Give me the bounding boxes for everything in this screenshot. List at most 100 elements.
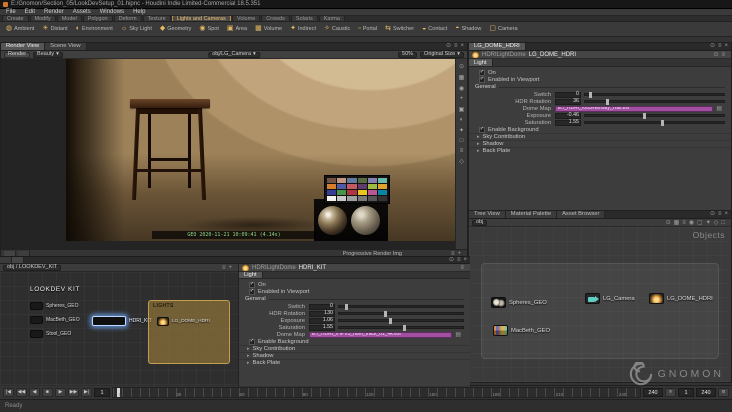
shelf-tab-polygon[interactable]: Polygon bbox=[82, 16, 113, 21]
viewport-tool-icon[interactable]: ◇ bbox=[459, 158, 464, 165]
shelf-tool-camera[interactable]: ▢ Camera bbox=[489, 25, 517, 33]
overlay-network-path[interactable]: obj / LOOKDEV_KIT bbox=[3, 264, 62, 271]
viewport-tool-icon[interactable]: ⊙ bbox=[459, 63, 464, 70]
end-frame-field[interactable]: 240 bbox=[643, 388, 663, 397]
folder-shadow[interactable]: ▸ Shadow bbox=[239, 352, 470, 359]
timeline-ruler[interactable]: 1 30 60 90 120 150 180 210 240 bbox=[112, 387, 641, 398]
close-icon[interactable]: × bbox=[724, 43, 728, 50]
close-icon[interactable]: × bbox=[463, 257, 467, 264]
play-button[interactable]: ▶▶ bbox=[68, 388, 79, 397]
play-backward-button[interactable]: ◀◀ bbox=[16, 388, 27, 397]
network-canvas[interactable]: Objects Spheres_GEO LG_Camera LG_DOME_HD… bbox=[469, 227, 731, 382]
shelf-tool-environment[interactable]: ◐ Environment bbox=[76, 25, 113, 33]
node-lg-dome-hdri[interactable]: LG_DOME_HDRI bbox=[649, 293, 713, 304]
saturation-slider[interactable] bbox=[338, 325, 464, 331]
network-toolbar-icon[interactable]: ◉ bbox=[689, 219, 694, 226]
node-macbeth-geo[interactable]: MacBeth_GEO bbox=[30, 316, 80, 324]
node-hdri-kit-selected[interactable]: HDRI_KIT bbox=[92, 316, 152, 326]
hdr-rotation-value-field[interactable]: 36 bbox=[555, 98, 581, 105]
viewport-tool-icon[interactable]: ◐ bbox=[460, 117, 464, 123]
pane-tab[interactable] bbox=[0, 257, 12, 263]
shelf-tool-switcher[interactable]: ⇆ Switcher bbox=[385, 25, 414, 33]
pin-icon[interactable]: ⊙ bbox=[446, 43, 451, 50]
shelf-tool-geometry[interactable]: ◆ Geometry bbox=[160, 25, 192, 33]
folder-shadow[interactable]: ▸ Shadow bbox=[469, 140, 731, 147]
stop-button[interactable]: ■ bbox=[42, 388, 53, 397]
folder-back-plate[interactable]: ▸ Back Plate bbox=[239, 359, 470, 366]
hdr-rotation-slider[interactable] bbox=[338, 311, 464, 317]
render-button[interactable]: Render bbox=[4, 51, 31, 58]
pane-menu-icon[interactable]: ≡ bbox=[460, 265, 464, 271]
step-back-button[interactable]: ◀ bbox=[29, 388, 40, 397]
shelf-tool-volume[interactable]: ▦ Volume bbox=[255, 25, 282, 33]
rendered-image[interactable]: GEO 2020-11-21 10:09:41 (4.14s) bbox=[66, 59, 456, 241]
viewport-tool-icon[interactable]: ▦ bbox=[459, 74, 465, 81]
exposure-value-field[interactable]: -0.46 bbox=[555, 112, 581, 119]
jump-end-button[interactable]: ▶| bbox=[81, 388, 92, 397]
on-checkbox[interactable]: ✓ bbox=[479, 69, 485, 76]
enable-background-checkbox[interactable]: ✓ bbox=[479, 126, 485, 133]
pane-tab[interactable] bbox=[12, 257, 24, 263]
shelf-tool-caustic[interactable]: ✧ Caustic bbox=[324, 25, 350, 33]
shelf-tab-model[interactable]: Model bbox=[56, 16, 82, 21]
node-spheres-geo[interactable]: Spheres_GEO bbox=[491, 297, 547, 308]
pane-menu-icon[interactable]: ≡ bbox=[222, 265, 226, 271]
hdr-rotation-slider[interactable] bbox=[584, 99, 725, 105]
saturation-value-field[interactable]: 1.55 bbox=[555, 119, 581, 126]
pane-tab-asset-browser[interactable]: Asset Browser bbox=[557, 211, 606, 218]
shelf-tool-spot[interactable]: ◉ Spot bbox=[199, 25, 218, 33]
viewport-tool-icon[interactable]: ◉ bbox=[459, 85, 464, 92]
menu-windows[interactable]: Windows bbox=[100, 9, 124, 16]
network-toolbar-icon[interactable]: ▢ bbox=[697, 219, 703, 226]
node-stool-geo[interactable]: Stool_GEO bbox=[30, 330, 71, 338]
pane-menu-icon[interactable]: ≡ bbox=[718, 43, 722, 50]
saturation-slider[interactable] bbox=[584, 120, 725, 126]
pane-menu-icon[interactable]: ≡ bbox=[457, 257, 461, 264]
pin-icon[interactable]: ⊙ bbox=[710, 43, 715, 50]
shelf-tool-portal[interactable]: ▫ Portal bbox=[358, 25, 377, 33]
pane-tab-render-view[interactable]: Render View bbox=[1, 43, 46, 50]
folder-sky-contribution[interactable]: ▸ Sky Contribution bbox=[239, 345, 470, 352]
enabled-in-viewport-checkbox[interactable]: ✓ bbox=[479, 76, 485, 83]
switch-slider[interactable] bbox=[584, 92, 725, 98]
param-tab-light[interactable]: Light bbox=[239, 272, 263, 278]
step-forward-button[interactable]: ▶ bbox=[55, 388, 66, 397]
network-path-breadcrumb[interactable]: obj bbox=[472, 219, 488, 226]
on-checkbox[interactable]: ✓ bbox=[249, 281, 255, 288]
menu-render[interactable]: Render bbox=[44, 9, 64, 16]
shelf-tab-volume[interactable]: Volume bbox=[231, 16, 261, 21]
network-toolbar-icon[interactable]: ≡ bbox=[682, 220, 686, 226]
shelf-tab-modify[interactable]: Modify bbox=[29, 16, 56, 21]
shelf-tab-deform[interactable]: Deform bbox=[113, 16, 142, 21]
loop-mode-icon[interactable]: ⊙ bbox=[718, 388, 729, 397]
shelf-tool-indirect[interactable]: ✦ Indirect bbox=[290, 25, 316, 33]
network-toolbar-icon[interactable]: □ bbox=[721, 220, 725, 226]
viewport-tool-icon[interactable]: + bbox=[460, 96, 464, 102]
param-tab-light[interactable]: Light bbox=[469, 59, 493, 66]
image-plane-selector[interactable]: Beauty ▾ bbox=[33, 51, 63, 58]
current-frame-field[interactable]: 1 bbox=[94, 388, 110, 397]
size-mode-selector[interactable]: Original Size ▾ bbox=[420, 51, 464, 58]
menu-help[interactable]: Help bbox=[133, 9, 145, 16]
playback-options-icon[interactable]: ≡ bbox=[665, 388, 676, 397]
close-icon[interactable]: × bbox=[460, 43, 464, 50]
folder-back-plate[interactable]: ▸ Back Plate bbox=[469, 147, 731, 154]
file-chooser-icon[interactable]: ▤ bbox=[716, 105, 722, 112]
shelf-tab-lights-cameras[interactable]: Lights and Cameras bbox=[171, 16, 231, 21]
dome-map-path-field[interactable]: E:/_HDRI_/HPV3_hdm_track_01_4k.exr bbox=[309, 331, 453, 338]
shelf-tab-texture[interactable]: Texture bbox=[142, 16, 171, 21]
pin-icon[interactable]: ⊙ bbox=[449, 257, 454, 264]
switch-value-field[interactable]: 0 bbox=[555, 91, 581, 98]
network-toolbar-icon[interactable]: ✦ bbox=[706, 219, 711, 226]
enable-background-checkbox[interactable]: ✓ bbox=[249, 338, 255, 345]
render-viewport[interactable]: GEO 2020-11-21 10:09:41 (4.14s) ⊙ ▦ ◉ + … bbox=[1, 59, 467, 249]
exposure-slider[interactable] bbox=[584, 113, 725, 119]
pin-icon[interactable]: ⊙ bbox=[713, 51, 718, 58]
switch-value-field[interactable]: 0 bbox=[309, 303, 335, 310]
shelf-tab-solaris[interactable]: Solaris bbox=[290, 16, 318, 21]
range-start-field[interactable]: 1 bbox=[678, 388, 694, 397]
shelf-tab-create[interactable]: Create bbox=[2, 16, 29, 21]
pane-menu-icon[interactable]: ≡ bbox=[721, 52, 725, 58]
viewport-tool-icon[interactable]: ✦ bbox=[459, 127, 464, 134]
hdr-rotation-value-field[interactable]: 130 bbox=[309, 310, 335, 317]
